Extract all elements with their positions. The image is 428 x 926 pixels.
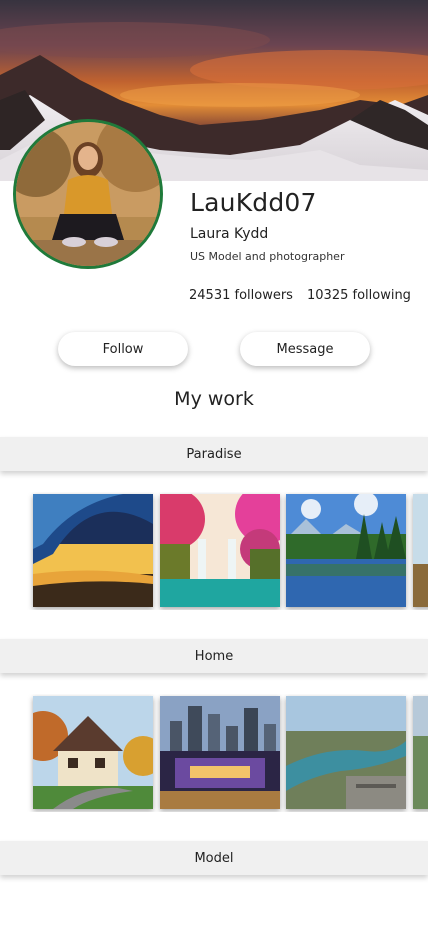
gallery-thumbnail-waterfall[interactable] xyxy=(160,494,280,607)
profile-full-name: Laura Kydd xyxy=(190,226,269,242)
profile-avatar[interactable] xyxy=(13,119,163,269)
gallery-thumbnail-city[interactable] xyxy=(160,696,280,809)
gallery-row-home[interactable] xyxy=(0,694,428,812)
gallery-header-label: Home xyxy=(194,648,234,664)
profile-bio: US Model and photographer xyxy=(190,250,345,263)
gallery-header-model[interactable]: Model xyxy=(0,841,428,875)
gallery-thumbnail-house[interactable] xyxy=(33,696,153,809)
gallery-thumbnail-lake[interactable] xyxy=(286,494,406,607)
gallery-thumbnail-wave[interactable] xyxy=(33,494,153,607)
following-count[interactable]: 10325 following xyxy=(307,288,411,303)
gallery-header-home[interactable]: Home xyxy=(0,639,428,673)
gallery-thumbnail-partial[interactable] xyxy=(413,696,428,809)
my-work-heading: My work xyxy=(174,388,254,410)
gallery-header-paradise[interactable]: Paradise xyxy=(0,437,428,471)
message-button[interactable]: Message xyxy=(240,332,370,366)
gallery-row-paradise[interactable] xyxy=(0,492,428,610)
gallery-header-label: Model xyxy=(194,850,234,866)
followers-count[interactable]: 24531 followers xyxy=(189,288,293,303)
gallery-header-label: Paradise xyxy=(186,446,242,462)
follow-button[interactable]: Follow xyxy=(58,332,188,366)
gallery-thumbnail-river[interactable] xyxy=(286,696,406,809)
profile-username: LauKdd07 xyxy=(190,188,317,217)
gallery-thumbnail-partial[interactable] xyxy=(413,494,428,607)
